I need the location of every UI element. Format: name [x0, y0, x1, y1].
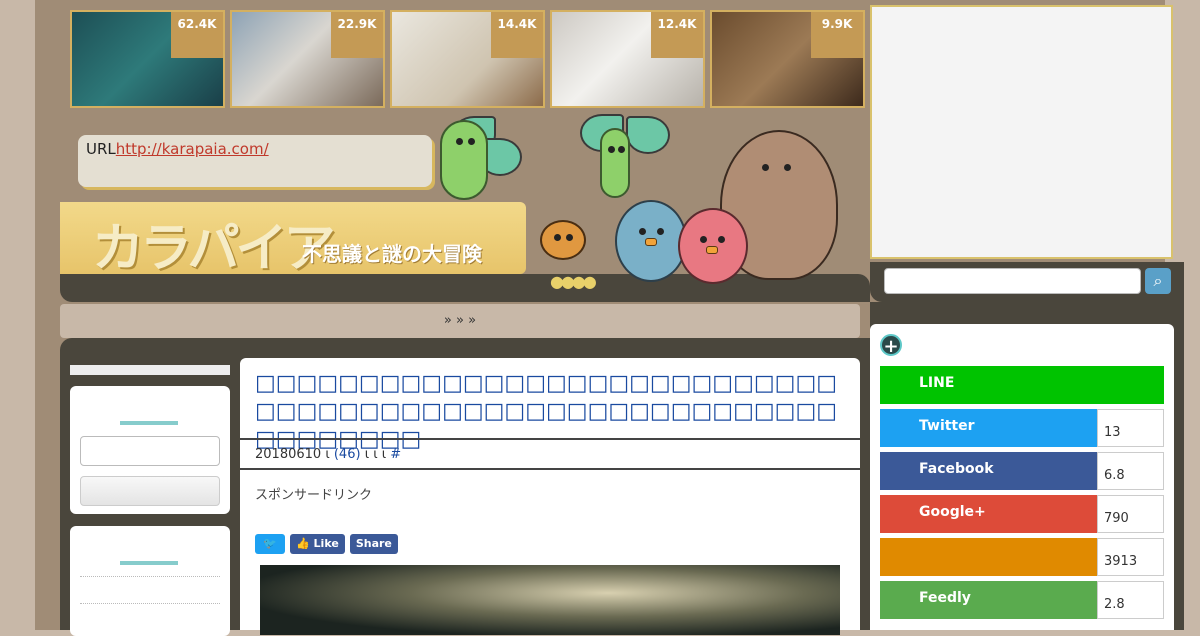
- ad-box: [870, 5, 1173, 259]
- article-date: 20180610: [255, 447, 322, 462]
- plus-icon: +: [880, 334, 902, 357]
- thumbnail-1[interactable]: 62.4K: [70, 10, 225, 108]
- follow-facebook-button[interactable]: Facebook 6.8: [880, 452, 1164, 490]
- wing-shape: [626, 116, 670, 154]
- popular-thumbnails: 62.4K 22.9K 14.4K 12.4K 9.9K: [70, 10, 865, 108]
- left-sidebar-header: [70, 365, 230, 375]
- article-hero-image: [260, 565, 840, 635]
- mascot-illustration: ●●●●: [420, 110, 860, 300]
- share-buttons: 🐦 👍 Like Share: [255, 534, 398, 554]
- follow-line-button[interactable]: LINE: [880, 366, 1164, 404]
- widget-button[interactable]: [80, 476, 220, 506]
- follow-count: 13: [1097, 409, 1164, 447]
- article: □□□□□□□□□□□□□□□□□□□□□□□□□□□□□□□□□□□□□□□□…: [240, 358, 860, 635]
- follow-count: 790: [1097, 495, 1164, 533]
- thumbs-up-icon: 👍: [296, 537, 310, 550]
- facebook-share-button[interactable]: Share: [349, 534, 398, 554]
- left-widget-2: [70, 526, 230, 636]
- follow-label: Twitter: [880, 409, 1097, 447]
- facebook-like-button[interactable]: 👍 Like: [290, 534, 345, 554]
- thumbnail-count: 12.4K: [651, 12, 703, 58]
- green-mascot-small: [600, 128, 630, 198]
- logo-text: カラパイア: [92, 218, 335, 279]
- orange-mascot: [540, 220, 586, 260]
- follow-googleplus-button[interactable]: Google+ 790: [880, 495, 1164, 533]
- url-box: URLhttp://karapaia.com/: [78, 135, 432, 187]
- follow-feedly-button[interactable]: Feedly 2.8: [880, 581, 1164, 619]
- blue-bird-mascot: [615, 200, 687, 282]
- thumbnail-count: 14.4K: [491, 12, 543, 58]
- thumbnail-4[interactable]: 12.4K: [550, 10, 705, 108]
- sponsor-label: スポンサードリンク: [255, 488, 373, 503]
- thumbnail-5[interactable]: 9.9K: [710, 10, 865, 108]
- search-input[interactable]: [884, 268, 1141, 294]
- site-url-link[interactable]: http://karapaia.com/: [116, 140, 269, 158]
- meta-separator: ι ι ι: [364, 447, 387, 462]
- share-label: Share: [355, 537, 392, 550]
- chick-mascots: ●●●●: [550, 272, 597, 291]
- twitter-share-button[interactable]: 🐦: [255, 534, 285, 554]
- left-widget-1: [70, 386, 230, 514]
- thumbnail-count: 62.4K: [171, 12, 223, 58]
- breadcrumb: » » »: [60, 304, 860, 338]
- thumbnail-count: 9.9K: [811, 12, 863, 58]
- widget-heading-bar: [120, 561, 178, 565]
- widget-input[interactable]: [80, 436, 220, 466]
- comment-count-link[interactable]: (46): [334, 447, 361, 462]
- follow-label: Facebook: [880, 452, 1097, 490]
- thumbnail-3[interactable]: 14.4K: [390, 10, 545, 108]
- follow-count: 3913: [1097, 538, 1164, 576]
- url-label: URL: [86, 140, 116, 158]
- follow-label: LINE: [880, 366, 1164, 404]
- thumbnail-2[interactable]: 22.9K: [230, 10, 385, 108]
- follow-hatena-button[interactable]: 3913: [880, 538, 1164, 576]
- divider: [80, 603, 220, 604]
- follow-label: Feedly: [880, 581, 1097, 619]
- meta-separator: ι: [325, 447, 330, 462]
- article-meta: 20180610 ι (46) ι ι ι #: [240, 438, 860, 470]
- follow-label: Google+: [880, 495, 1097, 533]
- follow-twitter-button[interactable]: Twitter 13: [880, 409, 1164, 447]
- widget-heading-bar: [120, 421, 178, 425]
- thumbnail-count: 22.9K: [331, 12, 383, 58]
- pink-bird-mascot: [678, 208, 748, 284]
- like-label: Like: [313, 537, 339, 550]
- follow-count: 2.8: [1097, 581, 1164, 619]
- search-icon: ⌕: [1153, 271, 1163, 290]
- green-mascot: [440, 120, 488, 200]
- divider: [80, 576, 220, 577]
- search-button[interactable]: ⌕: [1145, 268, 1171, 294]
- twitter-icon: 🐦: [263, 537, 277, 550]
- follow-count: 6.8: [1097, 452, 1164, 490]
- hash-link[interactable]: #: [390, 447, 401, 462]
- follow-label: [880, 538, 1097, 576]
